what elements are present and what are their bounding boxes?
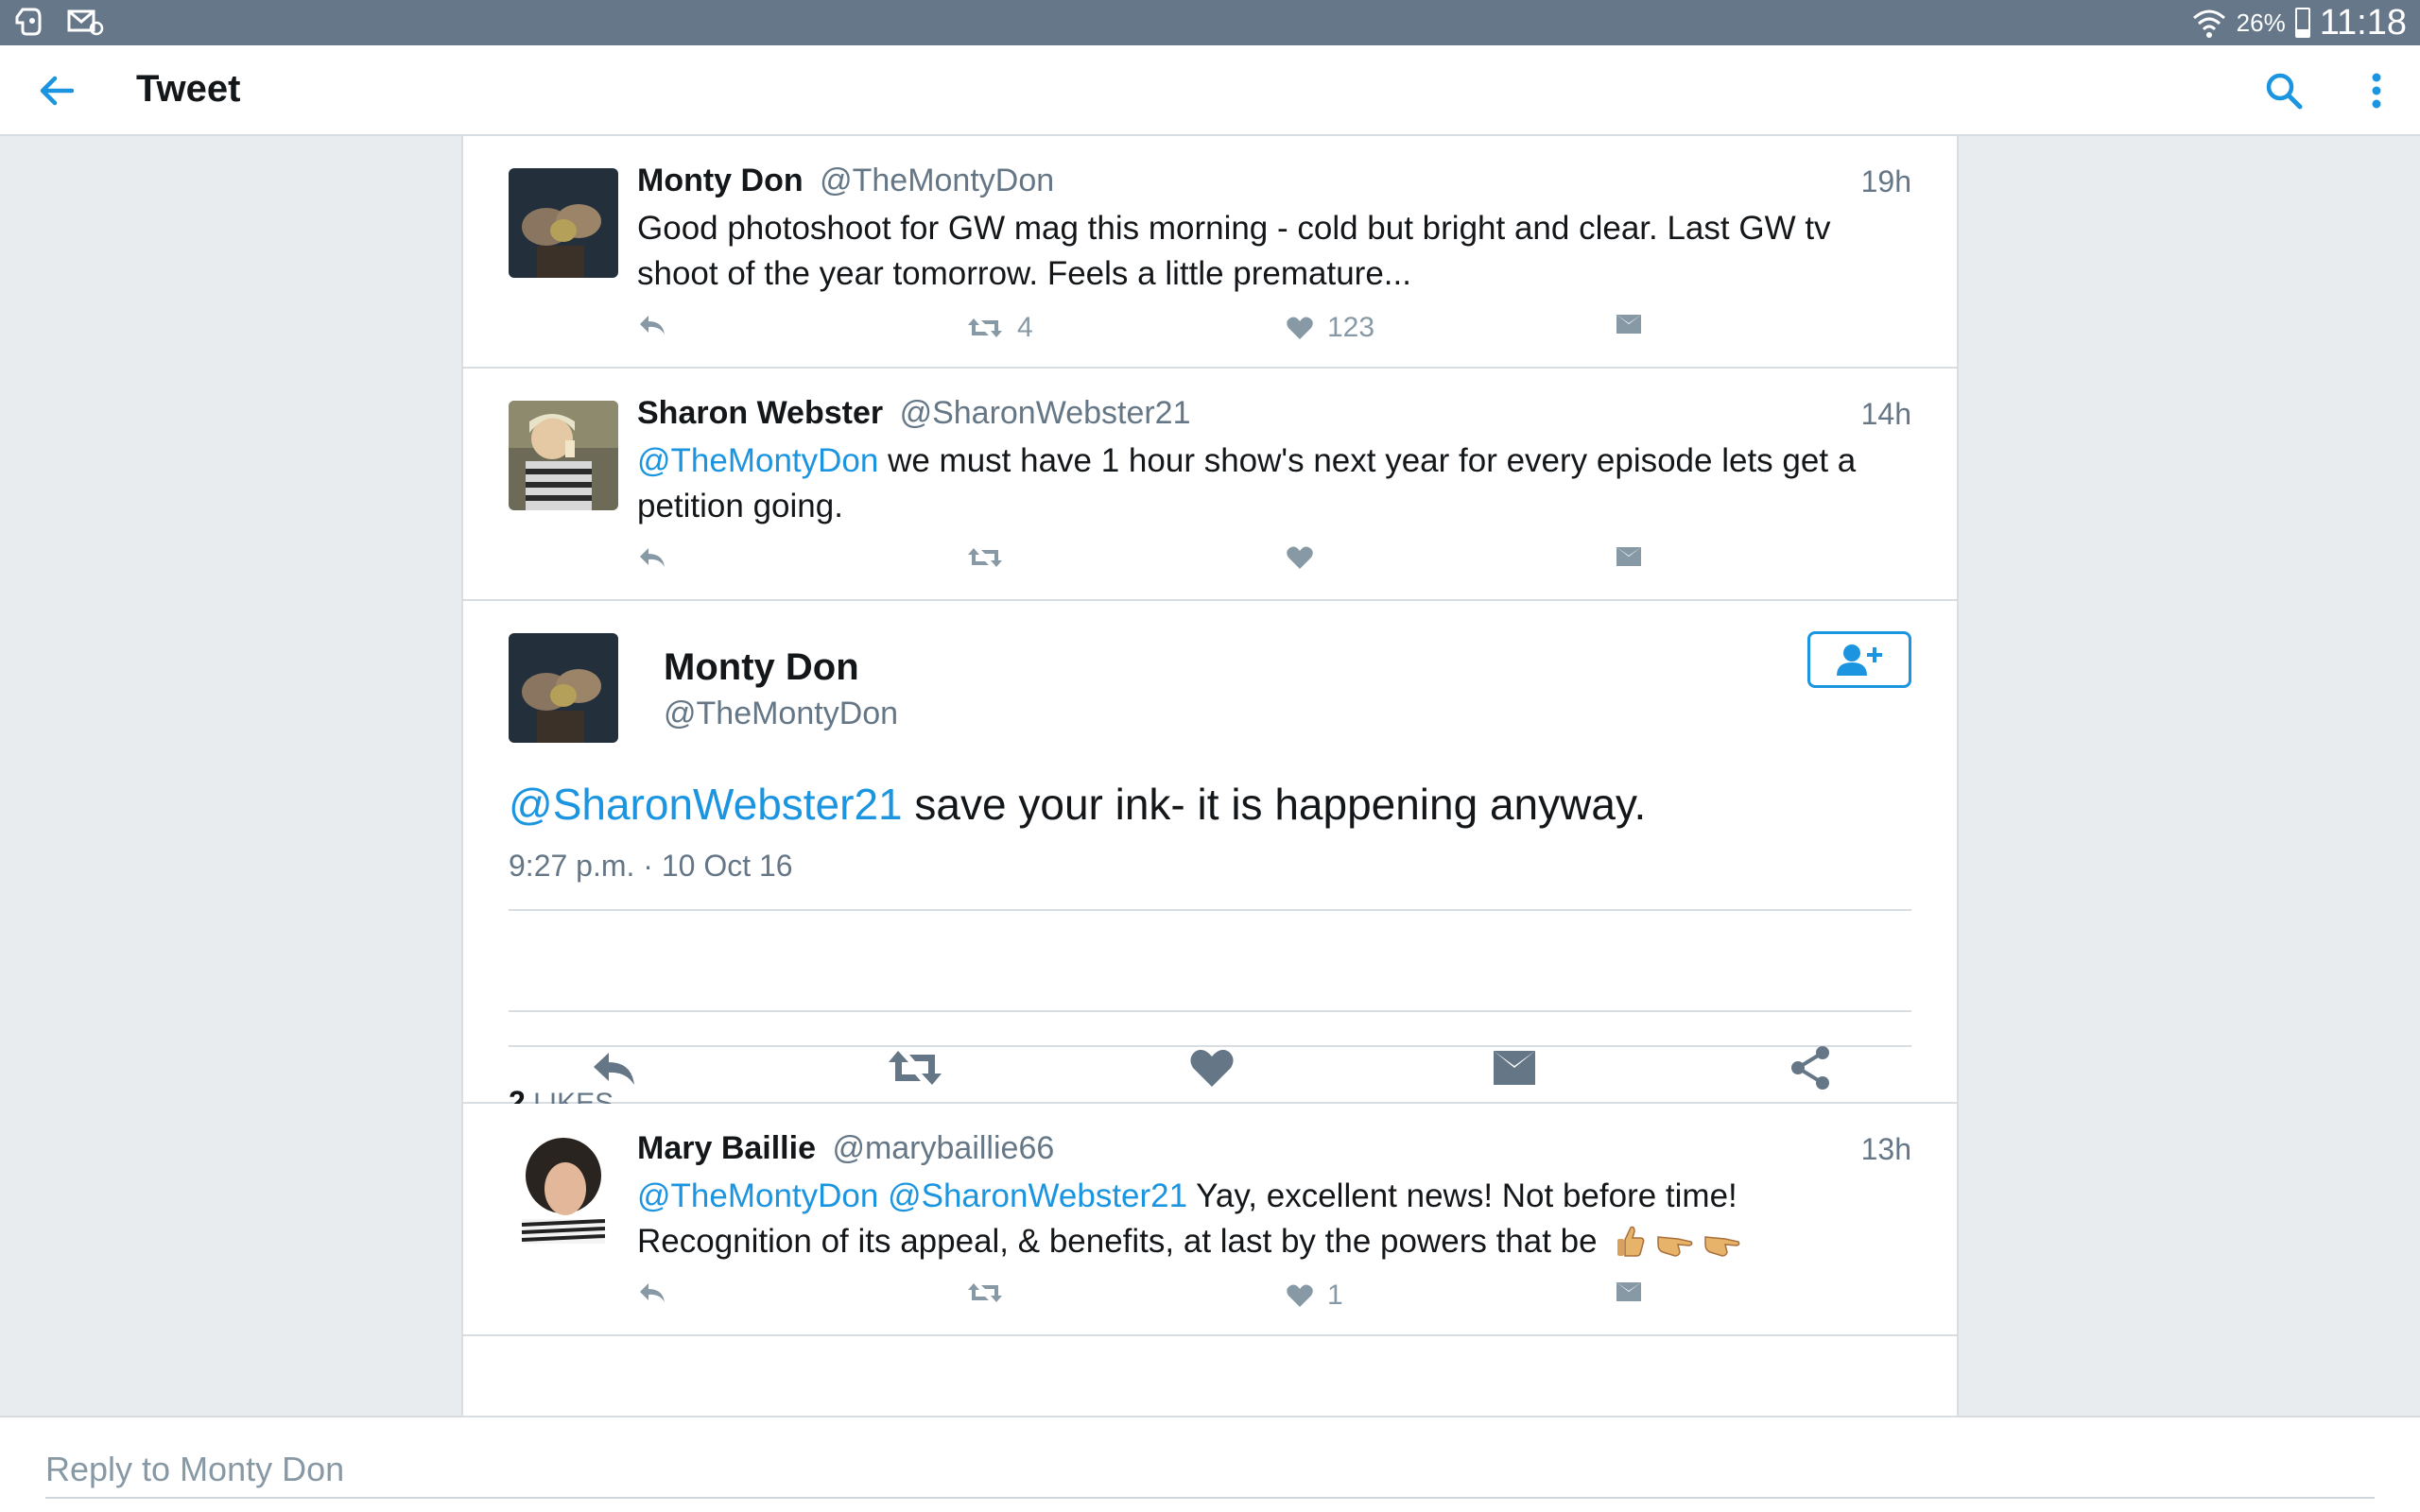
author-name[interactable]: Sharon Webster (637, 395, 883, 431)
focused-tweet-text: @SharonWebster21 save your ink- it is ha… (509, 779, 1646, 830)
reply-icon[interactable] (590, 1043, 639, 1092)
tweet-time: 19h (1860, 164, 1911, 198)
conversation-column: Monty Don @TheMontyDon 19h Good photosho… (461, 136, 1959, 1418)
direct-message-button[interactable] (1615, 312, 1643, 336)
reply-input[interactable] (45, 1442, 2375, 1499)
divider (509, 1010, 1911, 1012)
direct-message-button[interactable] (1615, 544, 1643, 569)
reply-icon (640, 548, 665, 567)
author-handle[interactable]: @TheMontyDon (664, 696, 898, 732)
wifi-icon (2192, 9, 2225, 38)
battery-icon (2294, 8, 2310, 38)
like-count: 123 (1327, 312, 1375, 343)
status-bar: 26% 11:18 (0, 0, 2420, 45)
author-handle[interactable]: @TheMontyDon (820, 163, 1054, 198)
divider (509, 909, 1911, 911)
tweet-text-line: we must have 1 hour show's next year for… (878, 442, 1857, 479)
retweet-button[interactable]: 4 (966, 312, 1033, 344)
clock: 11:18 (2319, 2, 2407, 43)
tweet-text-line: Good photoshoot for GW mag this morning … (637, 210, 1831, 247)
tweet-text: Good photoshoot for GW mag this morning … (637, 206, 1904, 297)
add-user-icon (1837, 644, 1882, 676)
retweet-icon (968, 548, 1002, 567)
tweet-text-line: Yay, excellent news! Not before time! (1187, 1177, 1737, 1214)
evernote-notification-icon (15, 8, 42, 36)
avatar[interactable] (509, 401, 618, 510)
heart-icon (1287, 317, 1313, 339)
heart-icon (1287, 546, 1313, 569)
like-button[interactable]: 123 (1286, 312, 1374, 344)
back-arrow-icon[interactable] (34, 68, 79, 113)
pointing-hand-emoji-icon (1704, 1236, 1740, 1257)
author-handle[interactable]: @marybaillie66 (832, 1130, 1054, 1166)
tweet-time: 14h (1860, 397, 1911, 431)
tweet-text-line: Recognition of its appeal, & benefits, a… (637, 1223, 1598, 1260)
share-icon[interactable] (1787, 1043, 1836, 1092)
envelope-icon[interactable] (1490, 1043, 1539, 1092)
tweet-actions: 4 123 (637, 312, 1772, 350)
author-name[interactable]: Monty Don (637, 163, 804, 198)
reply-button[interactable] (637, 544, 667, 571)
envelope-icon (1616, 547, 1641, 566)
like-button[interactable]: 1 (1286, 1280, 1343, 1312)
envelope-icon (1616, 315, 1641, 334)
tweet-text: @TheMontyDon @SharonWebster21 Yay, excel… (637, 1174, 1904, 1264)
page-title: Tweet (136, 68, 241, 110)
reply-button[interactable] (637, 312, 667, 338)
like-count: 1 (1327, 1280, 1343, 1311)
like-button[interactable] (1286, 544, 1314, 571)
thumbs-up-emoji-icon (1617, 1226, 1645, 1257)
tweet-actions (637, 544, 1772, 582)
battery-percent: 26% (2236, 8, 2286, 37)
direct-message-button[interactable] (1615, 1280, 1643, 1304)
follow-button[interactable] (1807, 631, 1911, 688)
author-name[interactable]: Mary Baillie (637, 1130, 816, 1166)
tweet-text-line: petition going. (637, 488, 843, 524)
retweet-icon (968, 1283, 1002, 1302)
tweet-time: 13h (1860, 1132, 1911, 1166)
envelope-icon (1616, 1282, 1641, 1301)
tweet-item[interactable]: Sharon Webster @SharonWebster21 14h @The… (463, 369, 1957, 601)
retweet-icon (968, 318, 1002, 337)
tweet-text: save your ink- it is happening anyway. (902, 780, 1647, 829)
avatar[interactable] (509, 633, 618, 743)
pointing-hand-emoji-icon (1657, 1236, 1693, 1257)
retweet-button[interactable] (966, 1280, 1004, 1306)
retweet-button[interactable] (966, 544, 1004, 571)
retweet-count: 4 (1017, 312, 1033, 343)
focused-tweet: Monty Don @TheMontyDon @SharonWebster21 … (463, 601, 1957, 1119)
reply-icon (640, 1283, 665, 1302)
tweet-text: @TheMontyDon we must have 1 hour show's … (637, 438, 1904, 529)
author-name[interactable]: Monty Don (664, 646, 859, 689)
tweet-item[interactable]: Monty Don @TheMontyDon 19h Good photosho… (463, 136, 1957, 369)
overflow-menu-icon[interactable] (2358, 68, 2395, 113)
app-bar: Tweet (0, 45, 2420, 136)
tweet-item[interactable]: Mary Baillie @marybaillie66 13h @TheMont… (463, 1104, 1957, 1336)
mention-link[interactable]: @SharonWebster21 (888, 1177, 1187, 1214)
reply-icon (640, 316, 665, 335)
author-handle[interactable]: @SharonWebster21 (900, 395, 1191, 431)
tweet-actions: 1 (637, 1280, 1772, 1317)
heart-icon (1287, 1284, 1313, 1307)
mention-link[interactable]: @SharonWebster21 (509, 780, 903, 829)
reply-bar (0, 1416, 2420, 1512)
tweet-timestamp: 9:27 p.m. · 10 Oct 16 (509, 849, 793, 883)
tweet-text-line: shoot of the year tomorrow. Feels a litt… (637, 255, 1411, 292)
retweet-icon[interactable] (887, 1043, 943, 1092)
search-icon[interactable] (2261, 68, 2307, 113)
email-notification-icon (67, 9, 104, 36)
reply-button[interactable] (637, 1280, 667, 1306)
avatar[interactable] (509, 168, 618, 278)
mention-link[interactable]: @TheMontyDon (637, 1177, 878, 1214)
heart-icon[interactable] (1187, 1043, 1236, 1092)
avatar[interactable] (509, 1134, 618, 1244)
mention-link[interactable]: @TheMontyDon (637, 442, 878, 479)
